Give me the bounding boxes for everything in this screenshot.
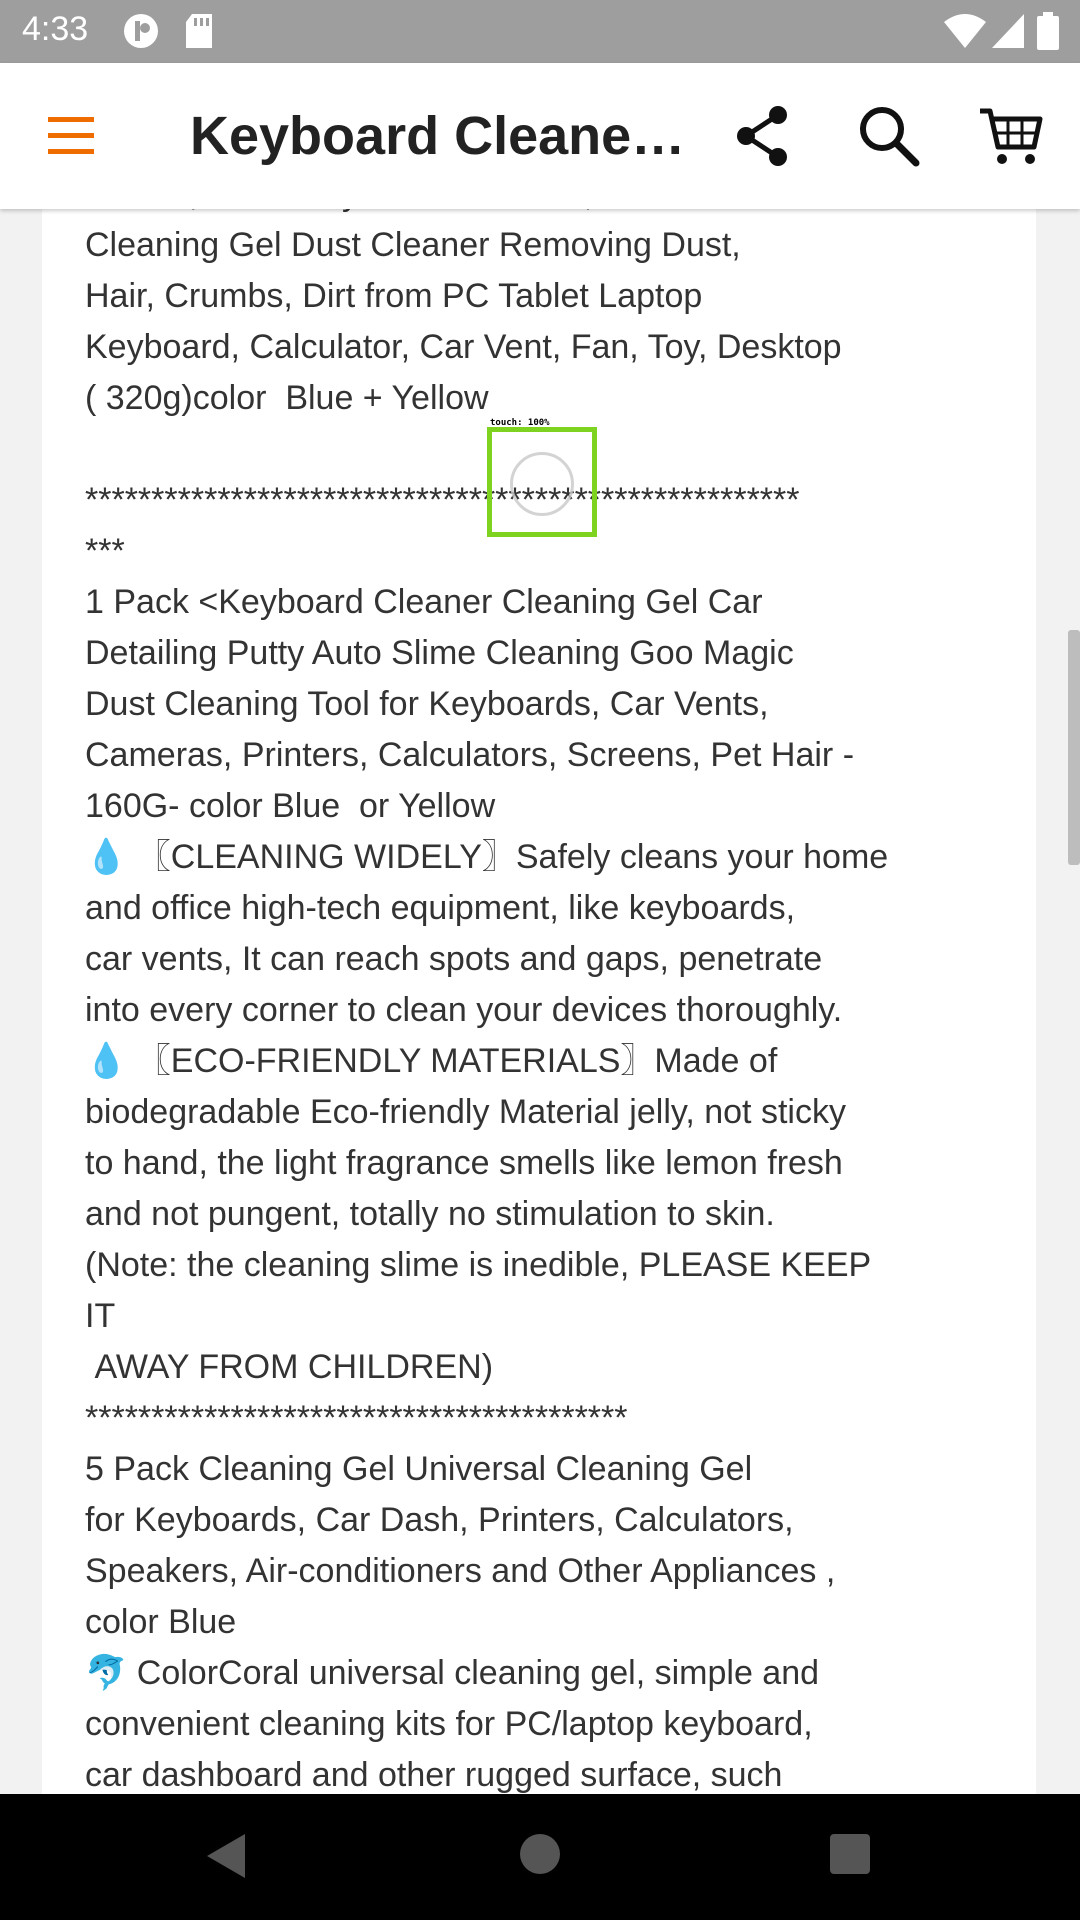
app-bar: Keyboard Cleane… (0, 63, 1080, 209)
share-icon[interactable] (730, 103, 796, 169)
sd-card-icon (186, 14, 212, 48)
navigation-bar (0, 1794, 1080, 1920)
home-icon[interactable] (520, 1834, 560, 1874)
page-title: Keyboard Cleane… (190, 106, 686, 166)
touch-point-icon (510, 452, 574, 516)
signal-icon (992, 14, 1024, 48)
back-icon[interactable] (205, 1832, 247, 1880)
scrollbar[interactable] (1068, 630, 1080, 865)
status-time: 4:33 (22, 10, 89, 48)
status-bar: 4:33 (0, 0, 1080, 63)
cart-icon[interactable] (978, 103, 1044, 169)
wifi-icon (944, 14, 986, 48)
recents-icon[interactable] (830, 1834, 870, 1874)
notification-icon (124, 14, 158, 48)
menu-icon[interactable] (40, 113, 100, 159)
touch-indicator-label: touch: 100% (490, 418, 550, 428)
battery-icon (1037, 12, 1059, 50)
search-icon[interactable] (856, 103, 922, 169)
